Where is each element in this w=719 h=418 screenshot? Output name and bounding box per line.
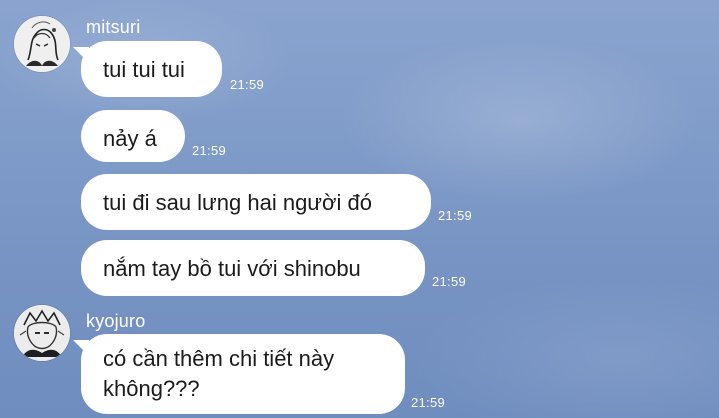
message-time: 21:59 bbox=[411, 395, 446, 410]
message-text: nảy á bbox=[103, 126, 157, 151]
message-time: 21:59 bbox=[432, 274, 467, 289]
message-bubble[interactable]: tui tui tui bbox=[81, 41, 222, 97]
message-text: tui tui tui bbox=[103, 57, 185, 82]
sketch-avatar-icon bbox=[14, 16, 70, 72]
message-text-line-2: không??? bbox=[103, 376, 200, 401]
message-text: tui đi sau lưng hai người đó bbox=[103, 190, 372, 215]
message-bubble[interactable]: tui đi sau lưng hai người đó bbox=[81, 174, 431, 230]
message-bubble[interactable]: nảy á bbox=[81, 110, 185, 162]
message-bubble[interactable]: nắm tay bồ tui với shinobu bbox=[81, 240, 425, 296]
message-bubble[interactable]: có cần thêm chi tiết này không??? bbox=[81, 334, 405, 414]
avatar-kyojuro[interactable] bbox=[14, 305, 70, 361]
message-time: 21:59 bbox=[192, 143, 227, 158]
sender-name: kyojuro bbox=[86, 311, 146, 331]
message-text-line-1: có cần thêm chi tiết này bbox=[103, 346, 335, 371]
sender-name: mitsuri bbox=[86, 17, 141, 37]
chat-message-list: mitsuri tui tui tui 21:59 nảy á 21:59 tu… bbox=[0, 0, 719, 418]
avatar-mitsuri[interactable] bbox=[14, 16, 70, 72]
message-time: 21:59 bbox=[230, 77, 265, 92]
message-text: nắm tay bồ tui với shinobu bbox=[103, 256, 361, 281]
message-time: 21:59 bbox=[438, 208, 473, 223]
sketch-avatar-icon bbox=[14, 305, 70, 361]
